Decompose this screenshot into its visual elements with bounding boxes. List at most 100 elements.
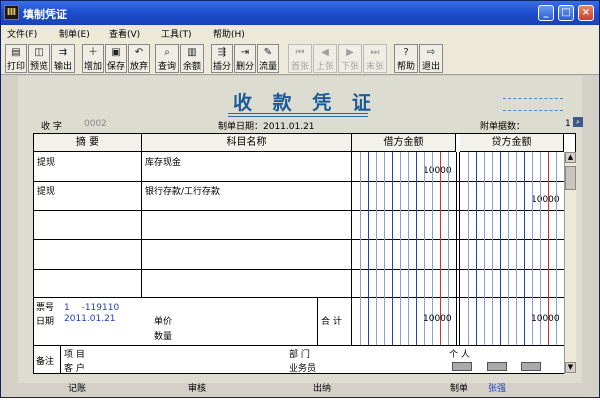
cashflow-icon: ✎ [263,47,273,58]
column-separator [60,345,61,374]
maximize-button[interactable]: □ [558,5,574,21]
title-bar[interactable]: Ⅲ 填制凭证 _ □ × [1,1,599,25]
amount-digit-line [368,152,369,345]
vertical-scrollbar[interactable]: ▲ ▼ [564,152,576,374]
attachment-label: 附单据数： [480,122,526,132]
amount-digit-line [468,152,469,345]
total-label: 合 计 [321,317,342,327]
undo-icon: ↶ [134,47,144,58]
menu-voucher[interactable]: 制单(E) [59,27,90,40]
toolbar-button-last[interactable]: ⏭ 末张 [363,44,387,73]
voucher-title: 收 款 凭 证 [233,92,378,114]
toolbar-button-exit[interactable]: ⇨ 退出 [419,44,443,73]
toolbar-label: 退出 [421,62,440,72]
menu-tools[interactable]: 工具(T) [161,27,192,40]
lookup-button[interactable] [521,362,541,371]
attachment-count[interactable]: 1 [565,119,571,129]
last-icon: ⏭ [370,47,380,58]
price-label: 单价 [154,317,173,327]
toolbar-button-insert-row[interactable]: ⇶ 插分 [211,44,233,73]
toolbar-label: 余额 [182,62,201,72]
export-icon: ⇉ [58,47,68,58]
salesman-label: 业务员 [289,364,317,374]
detail-date[interactable]: 2011.01.21 [64,314,116,324]
cashier-label: 出纳 [313,384,332,394]
delete-row-icon: ⇥ [240,47,250,58]
voucher-panel: 收 款 凭 证 收 字 0002 制单日期：2011.01.21 附单据数： 1… [18,76,583,394]
toolbar-button-delete-row[interactable]: ⇥ 删分 [234,44,256,73]
toolbar-label: 删分 [235,62,254,72]
review-label: 审核 [188,384,207,394]
lookup-button[interactable] [487,362,507,371]
first-icon: ⏮ [295,47,305,58]
toolbar-button-balance-chart[interactable]: ▥ 余额 [180,44,204,73]
menu-view[interactable]: 查看(V) [109,27,140,40]
minimize-button[interactable]: _ [538,5,554,21]
menu-file[interactable]: 文件(F) [7,27,37,40]
toolbar-button-printer[interactable]: ▤ 打印 [5,44,27,73]
amount-digit-line [360,152,361,345]
dashed-line [503,98,563,99]
toolbar-button-first[interactable]: ⏮ 首张 [288,44,312,73]
amount-digit-line [416,152,417,345]
toolbar-button-export[interactable]: ⇉ 输出 [51,44,75,73]
toolbar-button-binoculars[interactable]: ⌕ 查询 [155,44,179,73]
toolbar-button-cashflow[interactable]: ✎ 流量 [257,44,279,73]
toolbar-button-help[interactable]: ? 帮助 [394,44,418,73]
detail-date-label: 日期 [36,317,55,327]
row1-account[interactable]: 库存现金 [145,155,181,168]
toolbar-button-undo[interactable]: ↶ 放弃 [128,44,150,73]
toolbar-button-save[interactable]: ▣ 保存 [105,44,127,73]
close-button[interactable]: × [578,5,594,21]
window-title: 填制凭证 [23,8,67,21]
amount-digit-line [524,152,525,345]
toolbar-label: 预览 [29,62,48,72]
toolbar-button-preview[interactable]: ◫ 预览 [28,44,50,73]
save-icon: ▣ [111,47,121,58]
amount-digit-line [484,152,485,345]
scroll-down-button[interactable]: ▼ [565,362,576,373]
scroll-up-button[interactable]: ▲ [565,152,576,163]
menu-help[interactable]: 帮助(H) [213,27,245,40]
dashed-line [503,110,563,111]
maker-name: 张强 [488,384,507,394]
preview-icon: ◫ [34,47,44,58]
voucher-date[interactable]: 制单日期：2011.01.21 [218,119,315,132]
row-separator [34,345,564,346]
toolbar-button-prev[interactable]: ◀ 上张 [313,44,337,73]
toolbar-button-next[interactable]: ▶ 下张 [338,44,362,73]
next-icon: ▶ [346,47,354,58]
toolbar-label: 增加 [83,62,102,72]
toolbar-label: 保存 [106,62,125,72]
amount-digit-line [492,152,493,345]
column-separator [459,152,460,345]
toolbar-button-add[interactable]: ＋ 增加 [82,44,104,73]
header-summary: 摘 要 [34,134,142,152]
toolbar-label: 查询 [157,62,176,72]
amount-digit-line [516,152,517,345]
customer-label: 客 户 [64,364,85,374]
department-label: 部 门 [289,350,310,360]
total-credit: 10000 [531,314,560,324]
amount-digit-line [384,152,385,345]
lookup-button[interactable] [452,362,472,371]
ticket-number[interactable]: 1 -119110 [64,300,119,313]
row1-summary[interactable]: 提现 [37,155,55,168]
menu-bar: 文件(F) 制单(E) 查看(V) 工具(T) 帮助(H) [1,25,599,41]
header-account: 科目名称 [142,134,352,152]
search-icon[interactable]: ⌕ [573,117,583,127]
amount-digit-line [376,152,377,345]
amount-digit-line [408,152,409,345]
voucher-number[interactable]: 0002 [84,119,107,129]
toolbar-label: 打印 [6,62,25,72]
header-debit: 借方金额 [352,134,456,152]
row2-summary[interactable]: 提现 [37,184,55,197]
row2-account[interactable]: 银行存款/工行存款 [145,184,220,197]
toolbar: ▤ 打印 ◫ 预览 ⇉ 输出 ＋ 增加 ▣ 保存 ↶ 放弃 ⌕ 查询 ▥ 余额 ⇶ 插分 ⇥ 删分 ✎ 流量 ⏮ 首张 ◀ 上张 ▶… [1,41,599,75]
scroll-thumb[interactable] [565,166,576,190]
remark-label: 备注 [36,357,55,367]
total-debit: 10000 [423,314,452,324]
prev-icon: ◀ [321,47,329,58]
column-separator [317,297,318,345]
column-separator [351,152,352,345]
